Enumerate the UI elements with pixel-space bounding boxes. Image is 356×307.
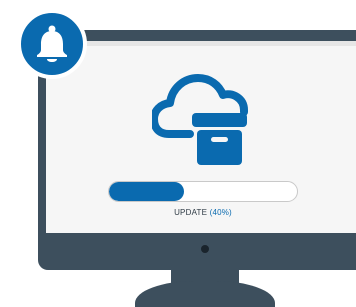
update-status-text: UPDATE (40%) [108,208,298,217]
cloud-archive-icon [152,74,248,165]
update-illustration: UPDATE (40%) [0,0,356,307]
notification-badge[interactable] [17,9,87,79]
update-label: UPDATE [174,208,208,217]
monitor-stand-base [135,281,275,307]
update-percent: (40%) [209,208,232,217]
update-progress-fill [109,182,185,201]
monitor-power-dot [201,245,209,253]
bell-icon [37,25,67,62]
update-progress-bar [108,181,298,202]
screen-top-shadow [46,41,356,46]
